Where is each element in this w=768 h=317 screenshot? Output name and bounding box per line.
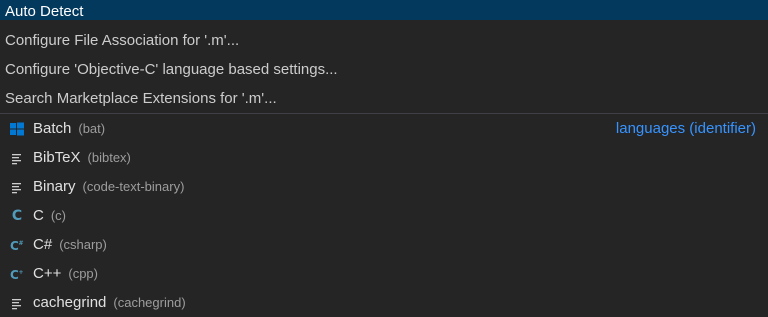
configure-language-settings-option[interactable]: Configure 'Objective-C' language based s…: [0, 55, 768, 84]
text-lines-icon: [9, 179, 25, 195]
language-name: C#: [33, 236, 53, 253]
cpp-language-icon: C +: [9, 266, 25, 282]
auto-detect-option[interactable]: Auto Detect: [0, 0, 768, 20]
language-item-binary[interactable]: Binary (code-text-binary): [0, 172, 768, 201]
language-name: BibTeX: [33, 149, 81, 166]
language-id: (c): [50, 208, 67, 223]
languages-identifier-label: languages (identifier): [615, 120, 756, 137]
configure-file-association-option[interactable]: Configure File Association for '.m'...: [0, 26, 768, 55]
text-lines-icon: [9, 150, 25, 166]
language-id: (bibtex): [87, 150, 131, 165]
language-item-c[interactable]: C C (c): [0, 201, 768, 230]
language-item-cachegrind[interactable]: cachegrind (cachegrind): [0, 288, 768, 317]
configure-file-association-label: Configure File Association for '.m'...: [5, 32, 240, 49]
svg-text:#: #: [19, 240, 24, 247]
configure-language-settings-label: Configure 'Objective-C' language based s…: [5, 61, 338, 78]
language-item-batch[interactable]: Batch (bat) languages (identifier): [0, 114, 768, 143]
language-name: cachegrind: [33, 294, 107, 311]
search-marketplace-option[interactable]: Search Marketplace Extensions for '.m'..…: [0, 84, 768, 113]
language-name: C++: [33, 265, 62, 282]
language-item-cpp[interactable]: C + C++ (cpp): [0, 259, 768, 288]
svg-text:+: +: [19, 269, 24, 276]
c-language-icon: C: [11, 207, 23, 224]
language-mode-picker: Auto Detect Configure File Association f…: [0, 0, 768, 317]
language-id: (cachegrind): [113, 295, 186, 310]
language-name: Binary: [33, 178, 76, 195]
language-id: (bat): [78, 121, 106, 136]
language-id: (code-text-binary): [82, 179, 185, 194]
language-id: (csharp): [59, 237, 107, 252]
language-name: Batch: [33, 120, 72, 137]
windows-icon: [9, 121, 25, 137]
language-item-csharp[interactable]: C # C# (csharp): [0, 230, 768, 259]
language-item-bibtex[interactable]: BibTeX (bibtex): [0, 143, 768, 172]
language-id: (cpp): [68, 266, 98, 281]
auto-detect-label: Auto Detect: [5, 3, 84, 20]
language-name: C: [33, 207, 44, 224]
csharp-language-icon: C #: [9, 237, 25, 253]
text-lines-icon: [9, 295, 25, 311]
search-marketplace-label: Search Marketplace Extensions for '.m'..…: [5, 90, 277, 107]
